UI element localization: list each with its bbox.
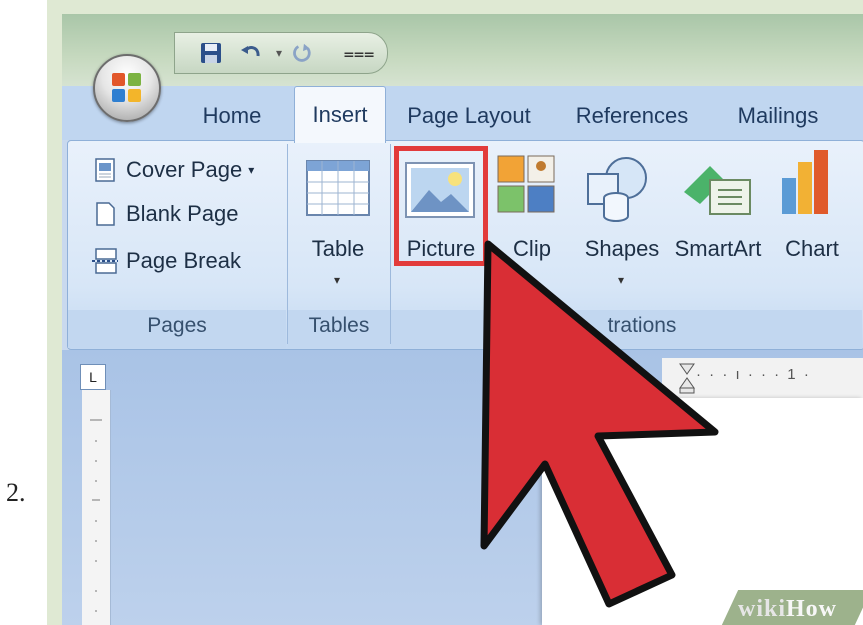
cover-page-button[interactable]: Cover Page ▾ <box>92 154 254 186</box>
word-window: ▾ ⩶ Home Insert Page Layout References M… <box>62 14 863 625</box>
quick-access-toolbar: ▾ ⩶ <box>174 32 388 74</box>
clip-art-icon <box>497 155 555 213</box>
smartart-icon <box>684 166 751 215</box>
shapes-icon <box>587 157 647 222</box>
group-label-illustrations: trations <box>607 314 677 337</box>
smartart-label: SmartArt <box>674 236 762 261</box>
watermark-part2: How <box>786 596 838 622</box>
chevron-down-icon: ▾ <box>248 163 255 177</box>
tab-mailings[interactable]: Mailings <box>718 96 838 136</box>
cover-page-label: Cover Page <box>126 157 243 182</box>
chart-icon <box>782 150 828 214</box>
office-button[interactable] <box>93 54 161 122</box>
vertical-ruler <box>82 390 111 625</box>
page-break-button[interactable]: Page Break <box>92 245 241 277</box>
table-icon <box>306 160 370 216</box>
clip-art-label: Clip <box>513 236 551 261</box>
tab-home[interactable]: Home <box>182 96 282 136</box>
tab-insert[interactable]: Insert <box>294 86 386 143</box>
watermark-logo: wikiHow <box>738 596 837 623</box>
blank-page-button[interactable]: Blank Page <box>92 198 239 230</box>
shapes-label: Shapes <box>584 236 660 261</box>
group-label-pages: Pages <box>147 314 207 337</box>
office-logo-icon <box>112 73 142 103</box>
step-number: 2. <box>6 478 26 507</box>
tab-selector[interactable]: L <box>80 364 106 390</box>
blank-page-label: Blank Page <box>126 201 239 226</box>
table-dropdown-icon: ▾ <box>334 273 341 287</box>
tab-references[interactable]: References <box>562 96 702 136</box>
page-break-label: Page Break <box>126 248 241 273</box>
watermark-part1: wiki <box>738 596 787 622</box>
customize-arrow-icon[interactable]: ⩶ <box>344 41 375 65</box>
horizontal-ruler-marks: · · · ı · · · 1 · <box>696 366 811 383</box>
table-label: Table <box>311 236 365 261</box>
picture-highlight-box <box>394 146 488 266</box>
blank-page-icon <box>96 202 115 226</box>
vertical-ruler-ticks <box>90 419 102 612</box>
redo-icon[interactable] <box>291 41 315 65</box>
chart-label: Chart <box>785 236 839 261</box>
save-icon[interactable] <box>199 41 223 65</box>
shapes-dropdown-icon: ▾ <box>618 273 625 287</box>
tab-page-layout[interactable]: Page Layout <box>394 96 544 136</box>
horizontal-ruler: · · · ı · · · 1 · <box>662 358 863 398</box>
group-label-tables: Tables <box>308 314 370 337</box>
page-break-icon <box>92 248 118 274</box>
cover-page-icon <box>95 158 115 182</box>
undo-dropdown-icon[interactable]: ▾ <box>267 41 291 65</box>
undo-icon[interactable] <box>239 41 263 65</box>
indent-marker-icon[interactable] <box>678 362 696 394</box>
